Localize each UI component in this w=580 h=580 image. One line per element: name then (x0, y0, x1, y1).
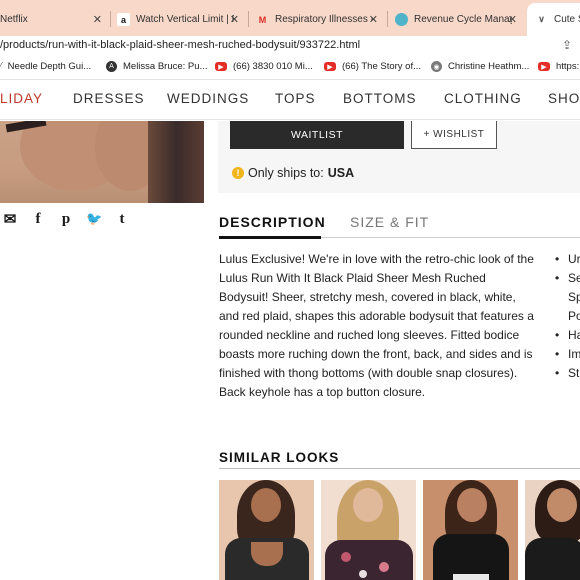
browser-tab-strip: Netflix ✕ a Watch Vertical Limit | Prime… (0, 0, 580, 36)
ships-country: USA (327, 166, 355, 180)
tab-netflix[interactable]: Netflix ✕ (0, 6, 108, 33)
bookmarks-bar: ⁄ Needle Depth Gui... A Melissa Bruce: P… (0, 56, 580, 80)
nav-clothing[interactable]: CLOTHING (444, 91, 522, 106)
similar-item-2[interactable] (321, 480, 416, 580)
bookmark-label: (66) The Story of... (342, 61, 422, 72)
image-shape (353, 488, 383, 522)
image-shape (453, 574, 489, 580)
similar-item-3[interactable] (423, 480, 518, 580)
tab-size-fit[interactable]: SIZE & FIT (350, 214, 429, 230)
nav-tops[interactable]: TOPS (275, 91, 316, 106)
tab-lulus-active[interactable]: ∨ Cute S (527, 3, 580, 36)
image-shape (457, 488, 487, 522)
share-icons: ✉ f p 🐦 t (2, 210, 130, 229)
twitter-icon[interactable]: 🐦 (86, 211, 102, 227)
product-details-list: •Ur •Se Sp Po •Ha •Im •St (555, 250, 580, 383)
close-icon[interactable]: ✕ (93, 13, 102, 26)
image-shape (148, 121, 204, 203)
waitlist-button[interactable]: WAITLIST (230, 121, 404, 149)
amazon-icon: a (117, 13, 130, 26)
bookmark-label: Melissa Bruce: Pu... (123, 61, 208, 72)
product-tabs: DESCRIPTION SIZE & FIT (219, 212, 580, 239)
close-icon[interactable]: ✕ (508, 13, 517, 26)
nav-bottoms[interactable]: BOTTOMS (343, 91, 417, 106)
bookmark-needle-depth[interactable]: ⁄ Needle Depth Gui... (0, 61, 91, 72)
warning-icon: ! (232, 167, 244, 179)
similar-item-4[interactable] (525, 480, 580, 580)
detail-item: Sp (568, 290, 580, 304)
site-nav: LIDAY DRESSES WEDDINGS TOPS BOTTOMS CLOT… (0, 80, 580, 120)
tab-separator (248, 11, 249, 27)
bookmark-label: Christine Heathm... (448, 61, 530, 72)
product-description: Lulus Exclusive! We're in love with the … (219, 252, 534, 399)
bookmark-youtube-3830[interactable]: ▶ (66) 3830 010 Mi... (215, 61, 313, 72)
tab-separator (110, 11, 111, 27)
bookmark-label: (66) 3830 010 Mi... (233, 61, 313, 72)
lulus-icon: ∨ (538, 14, 545, 24)
bookmark-label: https: (556, 61, 580, 72)
image-shape (325, 540, 413, 580)
detail-item: Po (568, 309, 580, 323)
globe-icon (395, 13, 408, 26)
tab-revenue-cycle[interactable]: Revenue Cycle Manag ✕ (395, 6, 523, 33)
bookmark-melissa-bruce[interactable]: A Melissa Bruce: Pu... (106, 61, 207, 72)
tab-description[interactable]: DESCRIPTION (219, 214, 326, 239)
wishlist-button[interactable]: + WISHLIST (411, 121, 497, 149)
tab-amazon-prime[interactable]: a Watch Vertical Limit | Prime ✕ (117, 6, 245, 33)
divider (219, 468, 580, 469)
bookmark-https[interactable]: ▶ https: (538, 61, 579, 72)
tab-title: Netflix (0, 14, 28, 25)
tab-title: Revenue Cycle Manag (414, 14, 512, 25)
image-shape (359, 570, 367, 578)
detail-item: • St (555, 366, 580, 380)
tab-title: Respiratory Illnesses - (275, 14, 374, 25)
tab-gmail[interactable]: M Respiratory Illnesses - ✕ (256, 6, 384, 33)
detail-item: •Ha (555, 328, 580, 342)
similar-looks-title: SIMILAR LOOKS (219, 450, 340, 465)
nav-holiday[interactable]: LIDAY (0, 91, 43, 106)
youtube-icon: ▶ (538, 62, 550, 71)
shipping-notice: ! Only ships to: USA (232, 166, 354, 180)
similar-item-1[interactable] (219, 480, 314, 580)
facebook-icon[interactable]: f (30, 211, 46, 228)
nav-weddings[interactable]: WEDDINGS (167, 91, 249, 106)
image-shape (341, 552, 351, 562)
close-icon[interactable]: ✕ (230, 13, 239, 26)
ships-label: Only ships to: (248, 166, 324, 180)
youtube-icon: ▶ (215, 62, 227, 71)
youtube-icon: ▶ (324, 62, 336, 71)
image-shape (251, 488, 281, 522)
tumblr-icon[interactable]: t (114, 211, 130, 228)
bookmark-youtube-story[interactable]: ▶ (66) The Story of... (324, 61, 421, 72)
bookmark-label: Needle Depth Gui... (7, 61, 92, 72)
product-image[interactable] (0, 121, 204, 203)
a-icon: A (106, 61, 117, 72)
globe-icon: ◉ (431, 61, 442, 72)
image-shape (251, 542, 283, 566)
url-text[interactable]: /products/run-with-it-black-plaid-sheer-… (0, 39, 360, 51)
tab-separator (387, 11, 388, 27)
nav-dresses[interactable]: DRESSES (73, 91, 145, 106)
address-bar[interactable]: /products/run-with-it-black-plaid-sheer-… (0, 36, 580, 56)
image-shape (525, 538, 580, 580)
feather-icon: ⁄ (0, 61, 2, 72)
image-shape (379, 562, 389, 572)
tab-title: Cute S (554, 14, 580, 25)
detail-item: • Se (555, 271, 580, 285)
gmail-icon: M (258, 14, 267, 25)
detail-item: • Im (555, 347, 580, 361)
email-icon[interactable]: ✉ (2, 210, 18, 228)
nav-shop[interactable]: SHO (548, 91, 580, 106)
pinterest-icon[interactable]: p (58, 211, 74, 228)
tab-title: Watch Vertical Limit | Prime (136, 14, 234, 25)
image-shape (547, 488, 577, 522)
close-icon[interactable]: ✕ (369, 13, 378, 26)
share-icon[interactable]: ⇪ (562, 38, 572, 52)
detail-item: • Ur (555, 252, 580, 266)
bookmark-christine[interactable]: ◉ Christine Heathm... (431, 61, 529, 72)
